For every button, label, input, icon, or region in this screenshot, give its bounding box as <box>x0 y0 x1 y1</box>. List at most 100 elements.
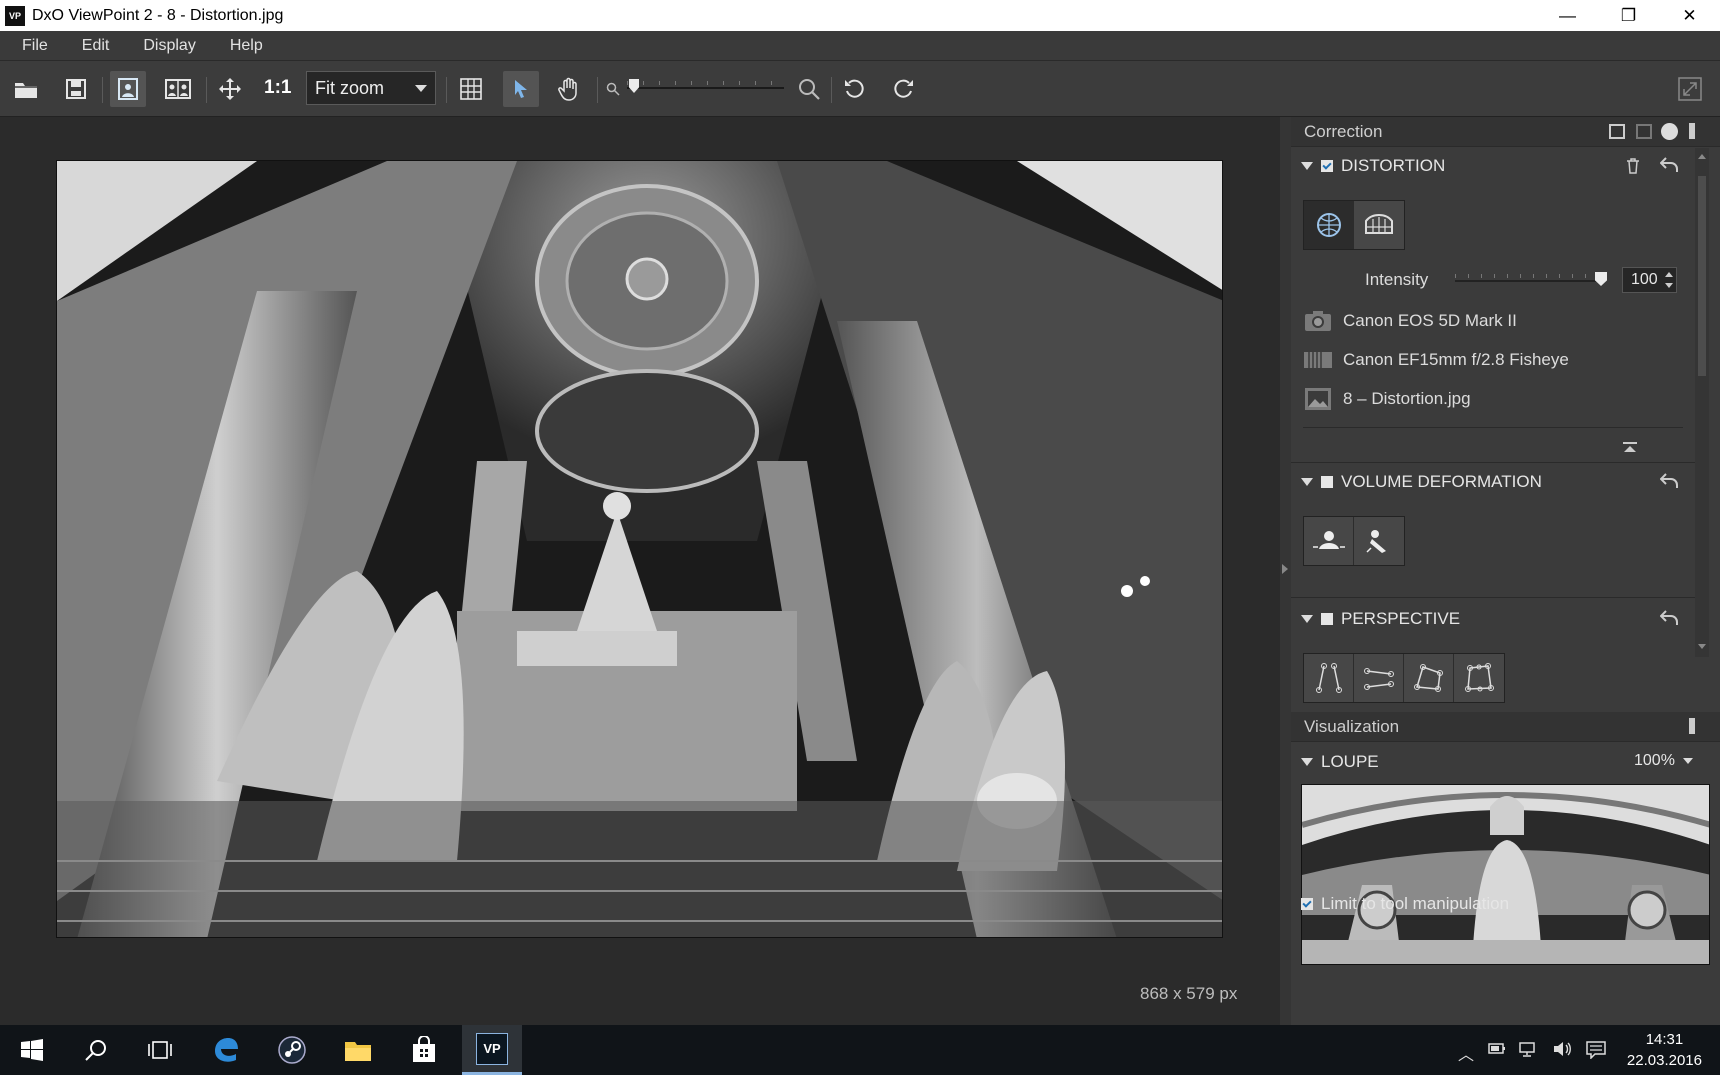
limit-checkbox[interactable] <box>1301 898 1313 910</box>
collapse-section-icon[interactable] <box>1623 442 1637 452</box>
viewpoint-taskbar-icon[interactable]: VP <box>462 1025 522 1075</box>
rotate-left-icon[interactable] <box>838 71 870 107</box>
scroll-thumb[interactable] <box>1698 176 1706 376</box>
collapse-triangle-icon[interactable] <box>1301 758 1313 766</box>
photo-preview[interactable] <box>56 160 1223 938</box>
fisheye-sphere-icon[interactable] <box>1304 201 1354 249</box>
loupe-zoom-value: 100% <box>1634 752 1675 769</box>
show-hidden-icons-icon[interactable]: ︿ <box>1458 1041 1474 1065</box>
menu-bar: File Edit Display Help <box>0 31 1720 61</box>
vertical-lines-icon[interactable] <box>1304 654 1354 702</box>
single-view-icon[interactable] <box>110 71 146 107</box>
correction-scrollbar[interactable] <box>1695 148 1709 657</box>
minimize-button[interactable]: — <box>1537 0 1598 31</box>
move-icon[interactable] <box>214 71 246 107</box>
undo-icon[interactable] <box>1659 610 1678 631</box>
maximize-button[interactable]: ❐ <box>1598 0 1659 31</box>
select-arrow-icon[interactable] <box>503 71 539 107</box>
scroll-up-icon[interactable] <box>1698 154 1706 159</box>
image-canvas[interactable]: 868 x 579 px <box>0 117 1280 1025</box>
distortion-title: DISTORTION <box>1341 156 1446 175</box>
title-bar: VP DxO ViewPoint 2 - 8 - Distortion.jpg … <box>0 0 1720 31</box>
task-view-icon[interactable] <box>130 1025 190 1075</box>
menu-display[interactable]: Display <box>121 37 207 55</box>
zoom-slider[interactable] <box>627 79 784 93</box>
volume-checkbox[interactable] <box>1321 476 1333 488</box>
grid-icon[interactable] <box>455 71 487 107</box>
rotate-right-icon[interactable] <box>888 71 920 107</box>
compare-view-icon[interactable] <box>160 71 196 107</box>
taskbar: VP ︿ 14:31 22.03.2016 <box>0 1025 1720 1075</box>
zoom-select[interactable]: Fit zoom <box>306 71 436 105</box>
menu-file[interactable]: File <box>0 37 60 55</box>
fisheye-cylinder-icon[interactable] <box>1354 201 1404 249</box>
eight-point-icon[interactable] <box>1454 654 1504 702</box>
camera-row: Canon EOS 5D Mark II <box>1303 309 1517 333</box>
open-folder-icon[interactable] <box>10 71 42 107</box>
panel-splitter[interactable] <box>1280 117 1291 1025</box>
menu-help[interactable]: Help <box>208 37 275 55</box>
file-row: 8 – Distortion.jpg <box>1303 387 1471 411</box>
toolbar: 1:1 Fit zoom <box>0 61 1720 117</box>
intensity-input[interactable]: 100 <box>1622 267 1677 293</box>
store-icon[interactable] <box>394 1025 454 1075</box>
loupe-section-header[interactable]: LOUPE <box>1301 752 1379 772</box>
distortion-checkbox[interactable] <box>1321 160 1333 172</box>
file-explorer-icon[interactable] <box>328 1025 388 1075</box>
scroll-down-icon[interactable] <box>1698 644 1706 649</box>
viewpoint-app-icon: VP <box>476 1032 508 1065</box>
volume-group-icon[interactable] <box>1304 517 1354 565</box>
window-title: DxO ViewPoint 2 - 8 - Distortion.jpg <box>32 6 284 24</box>
chevron-down-icon <box>1682 758 1693 764</box>
trash-icon[interactable] <box>1626 158 1640 179</box>
spin-up-icon[interactable] <box>1665 272 1673 277</box>
reset-all-icon[interactable] <box>1661 123 1678 140</box>
undo-icon[interactable] <box>1659 473 1678 494</box>
network-icon[interactable] <box>1518 1041 1536 1062</box>
save-icon[interactable] <box>60 71 92 107</box>
windows-start-icon[interactable] <box>2 1025 62 1075</box>
collapse-triangle-icon[interactable] <box>1301 162 1313 170</box>
loupe-zoom-select[interactable]: 100% <box>1634 752 1693 770</box>
perspective-checkbox[interactable] <box>1321 613 1333 625</box>
search-icon[interactable] <box>66 1025 126 1075</box>
camera-icon <box>1303 309 1333 333</box>
fullscreen-icon[interactable] <box>1672 71 1708 107</box>
menu-edit[interactable]: Edit <box>60 37 122 55</box>
visualization-header: Visualization <box>1291 712 1720 742</box>
chevron-down-icon <box>415 85 427 92</box>
collapse-triangle-icon[interactable] <box>1301 615 1313 623</box>
notifications-icon[interactable] <box>1586 1041 1606 1064</box>
pin-icon[interactable] <box>1689 718 1695 734</box>
actual-size-button[interactable]: 1:1 <box>264 77 291 99</box>
zoom-out-icon[interactable] <box>603 71 623 107</box>
spin-down-icon[interactable] <box>1665 283 1673 288</box>
intensity-slider[interactable] <box>1455 280 1602 282</box>
loupe-title: LOUPE <box>1321 752 1379 771</box>
zoom-in-icon[interactable] <box>795 71 823 107</box>
undo-icon[interactable] <box>1659 157 1678 178</box>
export-preset-icon[interactable] <box>1609 124 1625 139</box>
perspective-section-header[interactable]: PERSPECTIVE <box>1301 609 1460 629</box>
volume-icon[interactable] <box>1552 1041 1572 1062</box>
collapse-triangle-icon[interactable] <box>1301 478 1313 486</box>
distortion-section-header[interactable]: DISTORTION <box>1301 156 1445 176</box>
pin-icon[interactable] <box>1689 123 1695 139</box>
steam-icon[interactable] <box>262 1025 322 1075</box>
rectangle-icon[interactable] <box>1404 654 1454 702</box>
intensity-slider-thumb[interactable] <box>1595 272 1607 286</box>
lens-model: Canon EF15mm f/2.8 Fisheye <box>1343 350 1569 369</box>
collapse-arrow-icon[interactable] <box>1282 564 1288 574</box>
limit-to-tool-row[interactable]: Limit to tool manipulation <box>1301 894 1509 914</box>
power-icon[interactable] <box>1488 1041 1506 1060</box>
clock-date: 22.03.2016 <box>1626 1052 1702 1069</box>
system-clock[interactable]: 14:31 22.03.2016 <box>1627 1029 1702 1071</box>
import-preset-icon[interactable] <box>1636 124 1652 139</box>
volume-section-header[interactable]: VOLUME DEFORMATION <box>1301 472 1542 492</box>
close-button[interactable]: ✕ <box>1659 0 1720 31</box>
volume-single-icon[interactable] <box>1354 517 1404 565</box>
edge-browser-icon[interactable] <box>196 1025 256 1075</box>
intensity-slider-ticks <box>1455 274 1602 278</box>
hand-icon[interactable] <box>553 71 585 107</box>
horizontal-lines-icon[interactable] <box>1354 654 1404 702</box>
